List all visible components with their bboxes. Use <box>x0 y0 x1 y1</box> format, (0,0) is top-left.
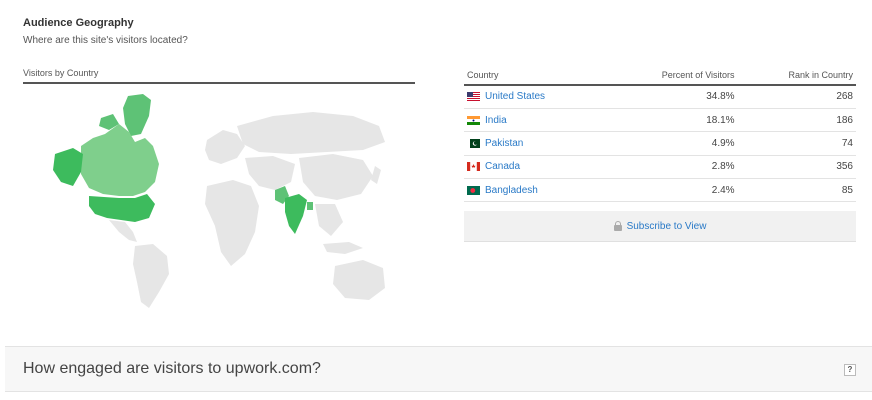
world-map <box>53 94 385 308</box>
rank-value: 85 <box>737 178 856 203</box>
map-region-east-asia <box>299 154 373 200</box>
map-region-africa <box>205 180 259 266</box>
table-row: Canada 2.8% 356 <box>464 155 856 180</box>
percent-value: 2.8% <box>605 155 738 180</box>
percent-column-header: Percent of Visitors <box>605 66 738 86</box>
map-header: Visitors by Country <box>23 66 415 84</box>
map-region-greenland <box>123 94 151 136</box>
canada-flag-icon <box>467 162 480 172</box>
country-link-pakistan[interactable]: Pakistan <box>485 138 523 149</box>
rank-value: 74 <box>737 131 856 156</box>
map-region-japan <box>371 166 381 184</box>
india-flag-icon <box>467 115 480 125</box>
map-region-russia <box>237 112 385 154</box>
map-region-indonesia <box>323 242 363 254</box>
percent-value: 2.4% <box>605 178 738 203</box>
rank-value: 186 <box>737 108 856 133</box>
engagement-title: How engaged are visitors to upwork.com? <box>23 360 321 377</box>
percent-value: 18.1% <box>605 108 738 133</box>
map-region-india <box>285 194 307 234</box>
table-row: India 18.1% 186 <box>464 108 856 133</box>
country-column-header: Country <box>464 66 606 86</box>
subscribe-link[interactable]: Subscribe to View <box>627 221 707 232</box>
map-region-canada <box>81 124 159 196</box>
table-row: Pakistan 4.9% 74 <box>464 131 856 156</box>
table-header-row: Country Percent of Visitors Rank in Coun… <box>464 66 856 86</box>
bangladesh-flag-icon <box>467 185 480 195</box>
visitors-map-panel: Visitors by Country <box>23 66 415 316</box>
map-region-bangladesh <box>307 202 313 210</box>
table-row: Bangladesh 2.4% 85 <box>464 178 856 203</box>
section-subtitle: Where are this site's visitors located? <box>23 35 188 46</box>
map-region-central-asia <box>245 156 295 190</box>
rank-value: 356 <box>737 155 856 180</box>
top-countries-panel: Country Percent of Visitors Rank in Coun… <box>464 66 856 243</box>
rank-column-header: Rank in Country <box>737 66 856 86</box>
rank-value: 268 <box>737 85 856 109</box>
table-row: United States 34.8% 268 <box>464 85 856 109</box>
percent-value: 4.9% <box>605 131 738 156</box>
help-icon[interactable]: ? <box>844 364 856 376</box>
country-link-india[interactable]: India <box>485 115 507 126</box>
map-region-mexico <box>109 220 137 242</box>
country-link-canada[interactable]: Canada <box>485 161 520 172</box>
map-region-australia <box>333 260 385 300</box>
subscribe-box: Subscribe to View <box>464 211 856 243</box>
map-region-united-states <box>89 194 155 222</box>
section-title: Audience Geography <box>23 17 134 29</box>
lock-icon <box>613 221 622 232</box>
us-flag-icon <box>467 92 480 102</box>
map-region-europe <box>205 130 245 164</box>
map-region-alaska <box>53 148 83 186</box>
top-countries-table: Country Percent of Visitors Rank in Coun… <box>464 66 856 203</box>
percent-value: 34.8% <box>605 85 738 109</box>
country-link-united-states[interactable]: United States <box>485 91 545 102</box>
map-region-south-america <box>133 244 169 308</box>
country-link-bangladesh[interactable]: Bangladesh <box>485 185 538 196</box>
pakistan-flag-icon <box>467 138 480 148</box>
engagement-section-header[interactable]: How engaged are visitors to upwork.com? … <box>5 346 872 392</box>
map-region-southeast-asia <box>315 204 343 236</box>
